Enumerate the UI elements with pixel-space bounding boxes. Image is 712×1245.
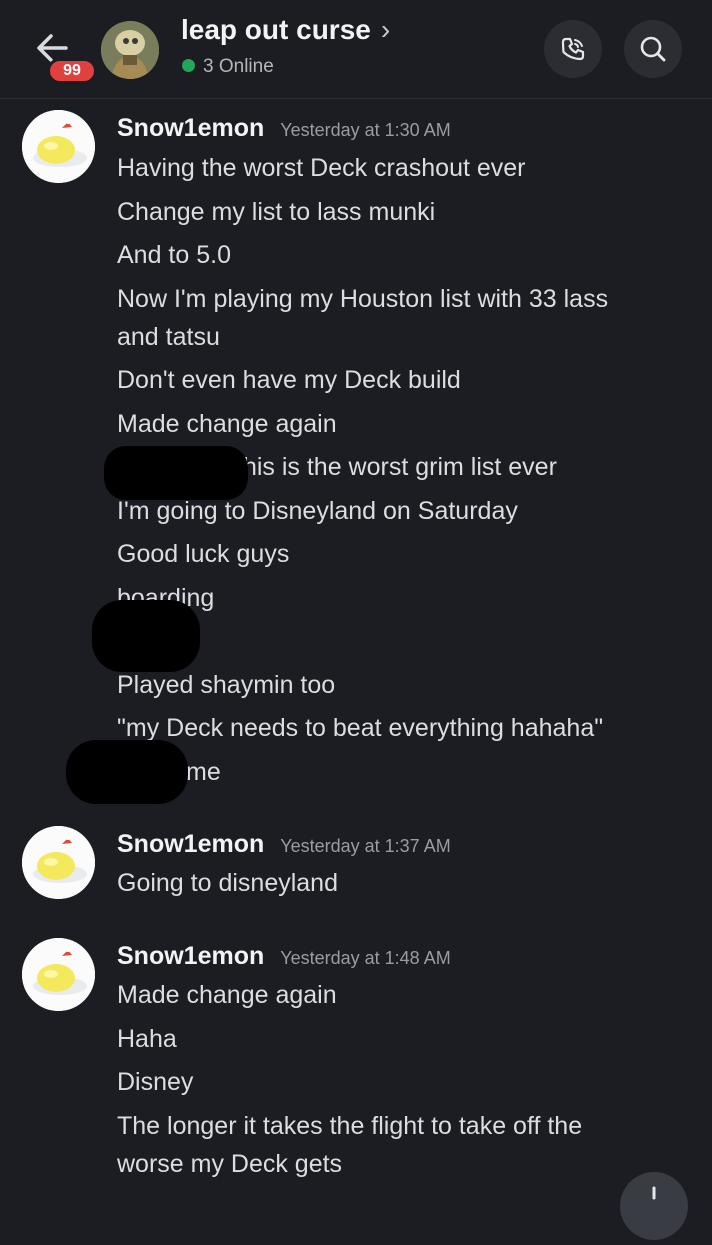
jump-to-present-button[interactable] [620,1172,688,1240]
chevron-down-icon [652,1186,656,1200]
search-icon [640,36,666,62]
timestamp: Yesterday at 1:37 AM [280,836,451,856]
message-text: Having the worst Deck crashout ever [117,154,526,182]
message-text: this is the worst grim list ever [236,453,557,481]
search-button[interactable] [624,20,682,78]
message-text: And to 5.0 [117,241,231,269]
lemon-avatar-image [22,938,95,1011]
channel-avatar-image [101,21,159,79]
user-avatar[interactable] [22,938,95,1011]
message-text: Disney [117,1068,194,1096]
message-text: Going to disneyland [117,869,338,897]
username[interactable]: Snow1emon [117,942,264,970]
lemon-avatar-image [22,826,95,899]
message-header: Snow1emon Yesterday at 1:30 AM [117,114,451,143]
message-text: Now I'm playing my Houston list with 33 … [117,285,609,313]
message-text: Made change again [117,981,337,1009]
message-text: Played shaymin too [117,671,336,699]
online-count: 3 Online [203,56,274,77]
message-text: and tatsu [117,323,220,351]
timestamp: Yesterday at 1:30 AM [280,120,451,140]
message-text: "my Deck needs to beat everything hahaha… [117,714,604,742]
lemon-avatar-image [22,110,95,183]
username[interactable]: Snow1emon [117,830,264,858]
online-status: 3 Online [182,56,274,78]
message-header: Snow1emon Yesterday at 1:37 AM [117,830,451,859]
username[interactable]: Snow1emon [117,114,264,142]
message-text: worse my Deck gets [117,1150,343,1178]
redaction-mark [104,446,248,500]
message-text: Made change again [117,410,337,438]
message-header: Snow1emon Yesterday at 1:48 AM [117,942,451,971]
message-text: me [186,758,221,786]
chevron-right-icon: › [380,14,391,45]
chat-header: 99 leap out curse › 3 Online [0,0,712,99]
online-dot-icon [182,59,195,72]
message-text: Good luck guys [117,540,290,568]
channel-name: leap out curse [181,14,371,45]
message-text: Haha [117,1025,177,1053]
redaction-mark [92,600,200,672]
message-text: Change my list to lass munki [117,198,436,226]
redaction-mark [66,740,188,804]
channel-avatar[interactable] [101,21,159,79]
timestamp: Yesterday at 1:48 AM [280,948,451,968]
user-avatar[interactable] [22,826,95,899]
user-avatar[interactable] [22,110,95,183]
phone-call-icon [561,37,585,61]
channel-title[interactable]: leap out curse › [181,14,390,46]
message-text: The longer it takes the flight to take o… [117,1112,583,1140]
message-text: Don't even have my Deck build [117,366,461,394]
message-text: boarding [117,584,215,612]
call-button[interactable] [544,20,602,78]
unread-badge: 99 [47,58,97,84]
